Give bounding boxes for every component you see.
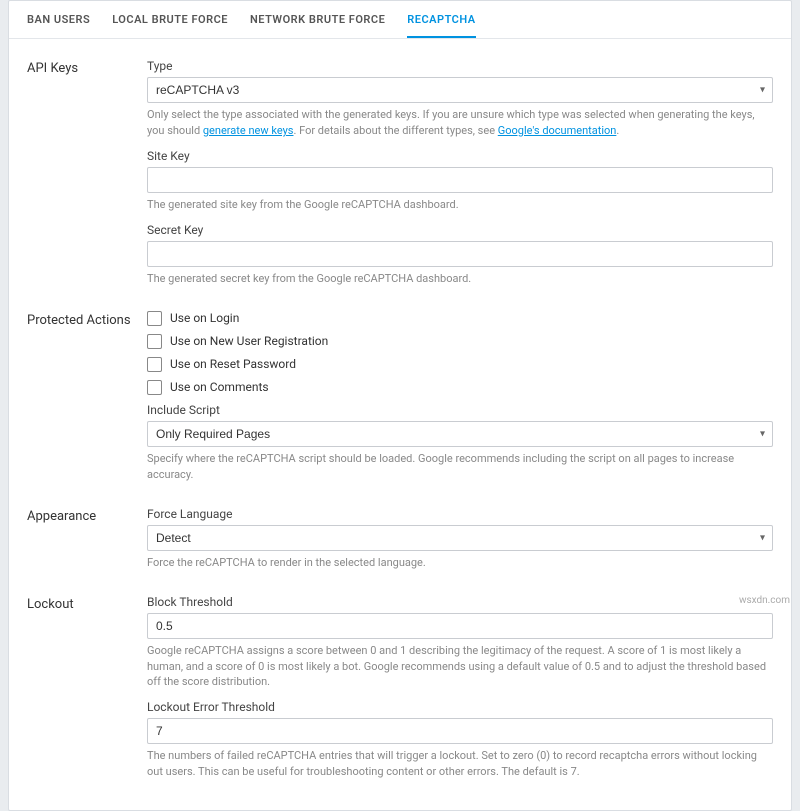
tab-ban-users[interactable]: BAN USERS xyxy=(27,1,90,38)
label-site-key: Site Key xyxy=(147,149,773,163)
section-title-protected-actions: Protected Actions xyxy=(27,311,147,483)
checkbox-use-on-login[interactable] xyxy=(147,311,162,326)
select-include-script[interactable]: Only Required Pages xyxy=(147,421,773,447)
help-secret-key: The generated secret key from the Google… xyxy=(147,271,773,287)
label-secret-key: Secret Key xyxy=(147,223,773,237)
input-block-threshold[interactable] xyxy=(147,613,773,639)
checkbox-use-on-new-user-registration[interactable] xyxy=(147,334,162,349)
tab-recaptcha[interactable]: RECAPTCHA xyxy=(407,1,475,38)
section-lockout: Lockout Block Threshold Google reCAPTCHA… xyxy=(27,587,773,791)
checkbox-use-on-reset-password[interactable] xyxy=(147,357,162,372)
input-site-key[interactable] xyxy=(147,167,773,193)
link-google-documentation[interactable]: Google's documentation xyxy=(498,124,617,137)
tab-network-brute-force[interactable]: NETWORK BRUTE FORCE xyxy=(250,1,385,38)
select-type[interactable]: reCAPTCHA v3 xyxy=(147,77,773,103)
section-title-api-keys: API Keys xyxy=(27,59,147,287)
label-lockout-error-threshold: Lockout Error Threshold xyxy=(147,700,773,714)
section-protected-actions: Protected Actions Use on Login Use on Ne… xyxy=(27,303,773,493)
input-lockout-error-threshold[interactable] xyxy=(147,718,773,744)
label-type: Type xyxy=(147,59,773,73)
tab-local-brute-force[interactable]: LOCAL BRUTE FORCE xyxy=(112,1,228,38)
link-generate-new-keys[interactable]: generate new keys xyxy=(203,124,294,137)
input-secret-key[interactable] xyxy=(147,241,773,267)
help-site-key: The generated site key from the Google r… xyxy=(147,197,773,213)
label-use-on-reset-password: Use on Reset Password xyxy=(170,357,296,371)
help-type: Only select the type associated with the… xyxy=(147,107,773,139)
section-appearance: Appearance Force Language Detect ▾ Force… xyxy=(27,499,773,581)
section-title-lockout: Lockout xyxy=(27,595,147,781)
help-lockout-error-threshold: The numbers of failed reCAPTCHA entries … xyxy=(147,748,773,780)
help-block-threshold: Google reCAPTCHA assigns a score between… xyxy=(147,643,773,691)
help-include-script: Specify where the reCAPTCHA script shoul… xyxy=(147,451,773,483)
label-use-on-login: Use on Login xyxy=(170,311,239,325)
label-block-threshold: Block Threshold xyxy=(147,595,773,609)
help-force-language: Force the reCAPTCHA to render in the sel… xyxy=(147,555,773,571)
select-force-language[interactable]: Detect xyxy=(147,525,773,551)
label-include-script: Include Script xyxy=(147,403,773,417)
section-api-keys: API Keys Type reCAPTCHA v3 ▾ Only select… xyxy=(27,51,773,297)
section-title-appearance: Appearance xyxy=(27,507,147,571)
label-use-on-new-user-registration: Use on New User Registration xyxy=(170,334,328,348)
label-use-on-comments: Use on Comments xyxy=(170,380,269,394)
label-force-language: Force Language xyxy=(147,507,773,521)
tab-bar: BAN USERS LOCAL BRUTE FORCE NETWORK BRUT… xyxy=(9,1,791,39)
checkbox-use-on-comments[interactable] xyxy=(147,380,162,395)
